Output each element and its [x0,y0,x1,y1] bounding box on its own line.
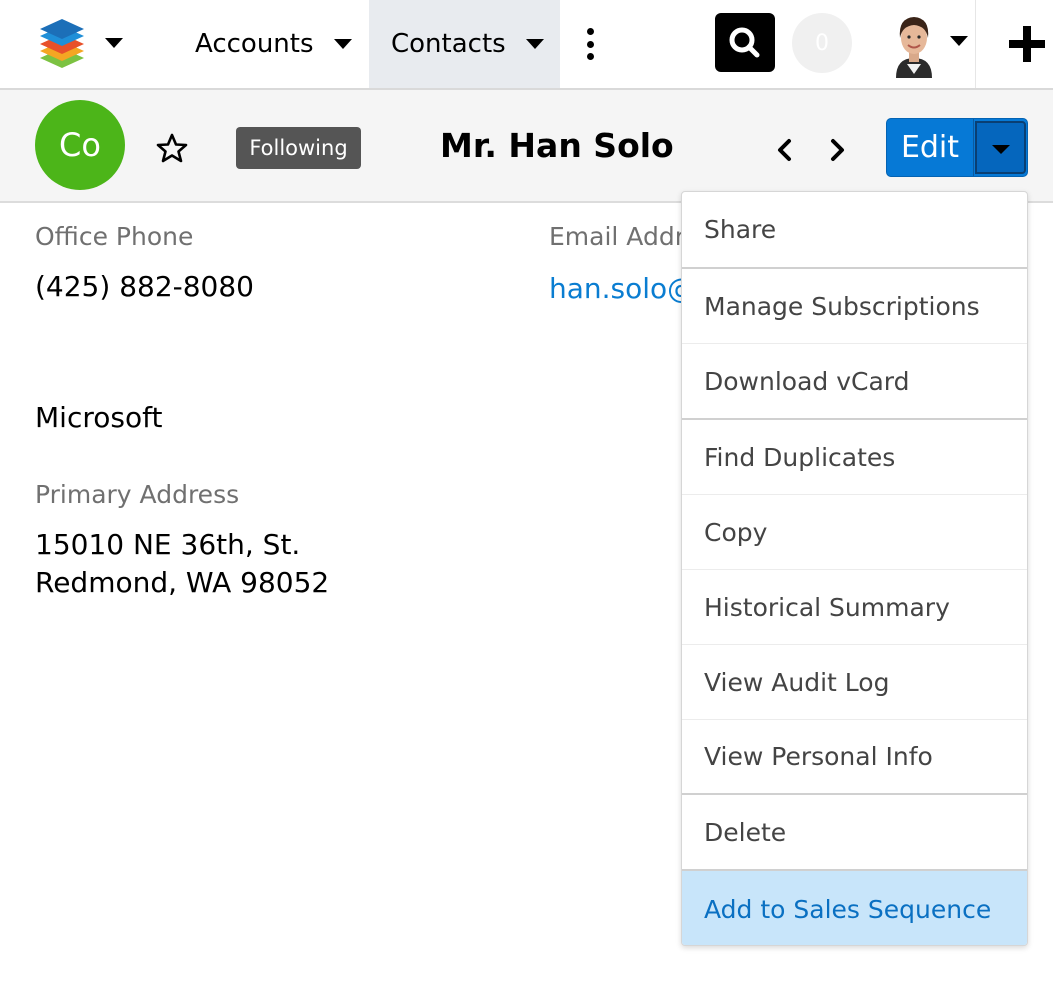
chevron-down-icon [950,36,968,46]
email-label: Email Address [549,222,681,251]
user-menu-button[interactable] [882,8,974,82]
edit-separator [973,119,974,176]
menu-item-view-audit-log[interactable]: View Audit Log [682,645,1027,719]
chevron-down-icon[interactable] [525,39,544,49]
actions-dropdown-toggle[interactable] [975,121,1026,174]
module-badge: Co [35,100,125,190]
menu-item-manage-subscriptions[interactable]: Manage Subscriptions [682,269,1027,343]
avatar [884,8,944,78]
star-icon [156,133,188,163]
chevron-down-icon [991,145,1010,154]
menu-item-historical-summary[interactable]: Historical Summary [682,570,1027,644]
notifications-button[interactable]: 0 [792,13,852,73]
quick-create-button[interactable] [1005,22,1049,66]
record-header: Co Following Mr. Han Solo Edit [0,90,1053,203]
edit-button[interactable]: Edit [887,119,973,176]
primary-address-label: Primary Address [35,480,240,509]
address-line-1: 15010 NE 36th, St. [35,528,301,561]
tab-contacts-label: Contacts [391,29,506,59]
top-navigation-bar: Accounts Contacts 0 [0,0,1053,90]
chevron-down-icon[interactable] [333,39,352,49]
following-button[interactable]: Following [236,127,361,169]
chevron-left-icon [778,139,791,161]
menu-item-view-personal-info[interactable]: View Personal Info [682,720,1027,793]
chevron-right-icon [831,139,844,161]
tab-accounts-label: Accounts [195,29,314,59]
menu-item-share[interactable]: Share [682,192,1027,267]
account-name-value: Microsoft [35,401,163,434]
office-phone-value: (425) 882-8080 [35,270,254,303]
menu-item-download-vcard[interactable]: Download vCard [682,344,1027,418]
notification-count: 0 [815,30,829,56]
module-abbrev: Co [59,126,101,164]
nav-divider [975,0,976,88]
address-line-2: Redmond, WA 98052 [35,566,330,599]
edit-button-group: Edit [886,118,1028,177]
email-link[interactable]: han.solo@ [549,272,684,305]
actions-dropdown-menu: Share Manage Subscriptions Download vCar… [681,191,1028,946]
following-label: Following [249,136,348,160]
sugar-cube-logo-icon [40,19,84,68]
search-icon [729,27,760,58]
next-record-button[interactable] [824,134,852,166]
tab-accounts[interactable]: Accounts [176,0,368,88]
menu-item-find-duplicates[interactable]: Find Duplicates [682,420,1027,494]
previous-record-button[interactable] [770,134,798,166]
office-phone-label: Office Phone [35,222,194,251]
menu-item-copy[interactable]: Copy [682,495,1027,569]
page-title: Mr. Han Solo [440,126,674,165]
chevron-down-icon [105,38,123,48]
search-button[interactable] [715,13,775,72]
favorite-button[interactable] [155,132,189,164]
plus-icon [1009,26,1045,62]
logo-menu-button[interactable] [36,16,136,72]
edit-label: Edit [900,130,960,165]
menu-item-delete[interactable]: Delete [682,795,1027,869]
vertical-ellipsis-icon[interactable] [580,28,600,60]
tab-contacts[interactable]: Contacts [369,0,560,88]
menu-item-add-to-sales-sequence[interactable]: Add to Sales Sequence [682,871,1027,945]
